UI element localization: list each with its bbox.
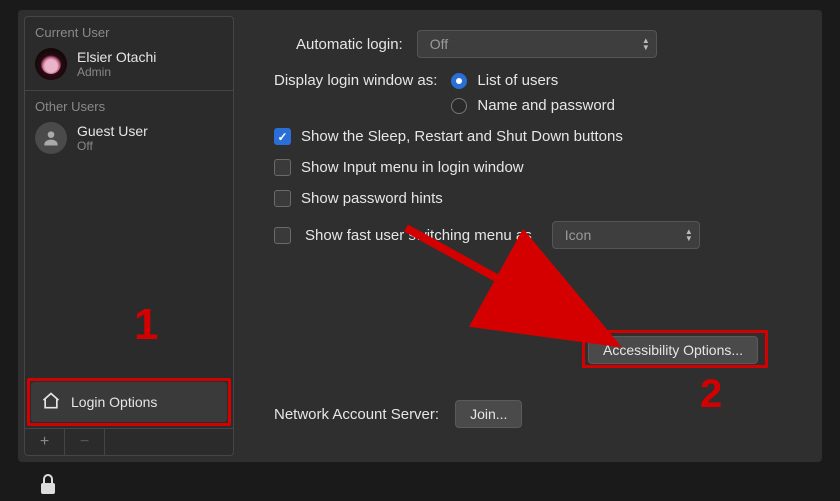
home-icon [41, 391, 61, 414]
radio-list-of-users[interactable]: List of users [451, 72, 615, 89]
checkbox-icon [274, 227, 291, 244]
display-login-row: Display login window as: List of users N… [274, 72, 802, 114]
users-groups-window: Current User Elsier Otachi Admin Other U… [18, 10, 822, 462]
other-user-row[interactable]: Guest User Off [25, 118, 233, 164]
add-remove-toolbar: + − [25, 428, 233, 455]
accessibility-wrap: Accessibility Options... [588, 336, 758, 364]
current-user-role: Admin [77, 65, 156, 79]
join-button[interactable]: Join... [455, 400, 522, 428]
checkbox-icon [274, 190, 291, 207]
current-user-row[interactable]: Elsier Otachi Admin [25, 44, 233, 90]
check-input-menu[interactable]: Show Input menu in login window [274, 159, 802, 176]
remove-user-button: − [65, 429, 105, 455]
other-users-header: Other Users [25, 91, 233, 118]
checkbox-icon [274, 128, 291, 145]
chevron-up-down-icon: ▲▼ [685, 228, 693, 242]
login-checks: Show the Sleep, Restart and Shut Down bu… [274, 128, 802, 249]
other-user-name: Guest User [77, 123, 148, 140]
current-user-header: Current User [25, 17, 233, 44]
fast-switch-popup[interactable]: Icon ▲▼ [552, 221, 700, 249]
radio-name-password[interactable]: Name and password [451, 97, 615, 114]
login-options-panel: Automatic login: Off ▲▼ Display login wi… [240, 10, 822, 462]
add-user-button[interactable]: + [25, 429, 65, 455]
checkbox-icon [274, 159, 291, 176]
current-user-name: Elsier Otachi [77, 49, 156, 66]
check-password-hints[interactable]: Show password hints [274, 190, 802, 207]
chevron-up-down-icon: ▲▼ [642, 37, 650, 51]
display-login-label: Display login window as: [274, 72, 437, 89]
network-account-label: Network Account Server: [274, 406, 439, 423]
avatar-flower-icon [35, 48, 67, 80]
network-account-row: Network Account Server: Join... [274, 400, 522, 428]
automatic-login-row: Automatic login: Off ▲▼ [296, 30, 802, 58]
radio-icon [451, 73, 467, 89]
login-options-label: Login Options [71, 394, 157, 410]
radio-icon [451, 98, 467, 114]
display-login-radio-group: List of users Name and password [451, 72, 615, 114]
check-sleep-restart[interactable]: Show the Sleep, Restart and Shut Down bu… [274, 128, 802, 145]
automatic-login-popup[interactable]: Off ▲▼ [417, 30, 657, 58]
automatic-login-value: Off [430, 36, 448, 52]
automatic-login-label: Automatic login: [296, 36, 403, 53]
accessibility-options-button[interactable]: Accessibility Options... [588, 336, 758, 364]
users-sidebar: Current User Elsier Otachi Admin Other U… [24, 16, 234, 456]
login-options-button[interactable]: Login Options [31, 382, 227, 422]
lock-icon[interactable] [38, 472, 58, 501]
avatar-generic-icon [35, 122, 67, 154]
other-user-status: Off [77, 139, 148, 153]
check-fast-switch[interactable]: Show fast user switching menu as Icon ▲▼ [274, 221, 802, 249]
